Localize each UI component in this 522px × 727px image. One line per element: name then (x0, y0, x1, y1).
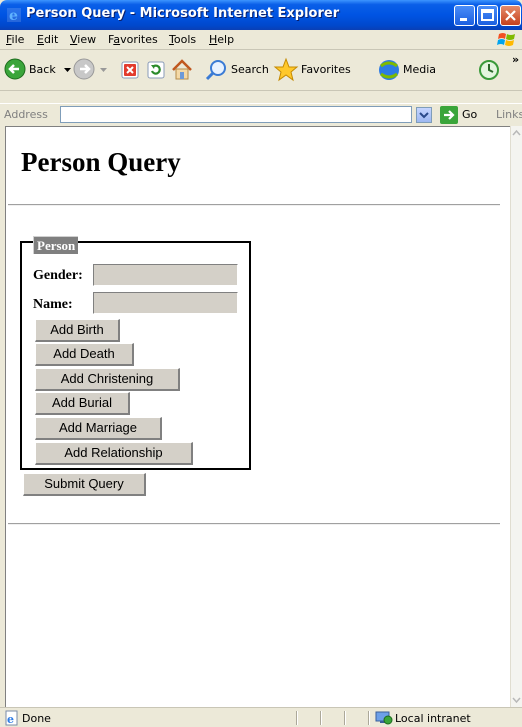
horizontal-rule (8, 204, 500, 206)
menu-favorites[interactable]: Favorites (108, 33, 158, 46)
add-burial-button[interactable]: Add Burial (35, 392, 130, 415)
window-title: Person Query - Microsoft Internet Explor… (26, 6, 340, 21)
add-marriage-button[interactable]: Add Marriage (35, 417, 162, 440)
local-intranet-icon (375, 711, 393, 725)
scroll-up-icon[interactable] (511, 126, 522, 140)
submit-query-button[interactable]: Submit Query (23, 473, 146, 496)
status-divider (344, 711, 346, 725)
menu-edit[interactable]: Edit (37, 33, 58, 46)
status-divider (320, 711, 322, 725)
add-christening-button[interactable]: Add Christening (35, 368, 180, 391)
favorites-star-icon (273, 57, 299, 82)
stop-button[interactable] (120, 60, 140, 80)
media-icon (379, 60, 399, 80)
add-death-button[interactable]: Add Death (35, 343, 134, 366)
menu-help[interactable]: Help (209, 33, 234, 46)
address-dropdown-button[interactable] (416, 107, 432, 123)
toolbar-overflow-chevron[interactable]: » (512, 53, 519, 66)
status-bar: e Done Local intranet (0, 707, 522, 727)
status-divider (296, 711, 298, 725)
person-legend: Person (33, 236, 79, 254)
vertical-scrollbar[interactable] (510, 126, 522, 707)
close-icon (505, 10, 516, 21)
scroll-down-icon[interactable] (511, 693, 522, 707)
add-birth-button[interactable]: Add Birth (35, 319, 120, 342)
home-button[interactable] (170, 58, 194, 82)
chevron-down-icon (419, 112, 429, 119)
status-text: Done (22, 712, 51, 725)
title-bar[interactable]: e Person Query - Microsoft Internet Expl… (0, 0, 522, 30)
search-icon (205, 60, 226, 81)
browser-window: e Person Query - Microsoft Internet Expl… (0, 0, 522, 727)
forward-button[interactable] (73, 58, 107, 82)
back-arrow-icon (4, 58, 26, 80)
menu-view[interactable]: View (70, 33, 96, 46)
name-label: Name: (33, 297, 73, 312)
minimize-icon (460, 18, 467, 21)
address-input[interactable] (60, 106, 412, 123)
svg-text:e: e (9, 8, 18, 23)
history-icon (479, 60, 499, 80)
svg-text:e: e (7, 713, 14, 726)
name-input[interactable] (93, 292, 238, 314)
close-button[interactable] (500, 5, 521, 26)
page-done-icon: e (5, 710, 18, 726)
add-relationship-button[interactable]: Add Relationship (35, 442, 193, 465)
page-title: Person Query (21, 147, 181, 177)
address-label: Address (4, 108, 48, 121)
home-icon (172, 59, 192, 80)
security-zone-label: Local intranet (395, 712, 471, 725)
address-bar: Address Go Links (0, 103, 522, 126)
gender-input[interactable] (93, 264, 238, 286)
refresh-icon (147, 61, 165, 79)
menu-tools[interactable]: Tools (169, 33, 196, 46)
history-button[interactable] (477, 58, 501, 82)
dropdown-arrow-icon (100, 68, 107, 72)
standard-toolbar: Back Search Favorites Media » (0, 50, 522, 91)
gender-label: Gender: (33, 268, 83, 283)
windows-logo-icon (497, 33, 515, 46)
forward-arrow-icon (73, 58, 95, 80)
minimize-button[interactable] (454, 5, 475, 26)
links-label[interactable]: Links (496, 108, 522, 121)
status-divider (368, 711, 370, 725)
menu-bar: File Edit View Favorites Tools Help (0, 30, 522, 50)
refresh-button[interactable] (146, 60, 166, 80)
page-content: Person Query Person Gender: Name: Add Bi… (5, 126, 510, 707)
menu-file[interactable]: File (6, 33, 24, 46)
go-arrow-icon (440, 106, 458, 124)
maximize-icon (481, 9, 494, 21)
ie-icon: e (7, 8, 21, 23)
maximize-button[interactable] (477, 5, 498, 26)
horizontal-rule (8, 523, 500, 525)
stop-icon (121, 61, 139, 79)
go-button[interactable]: Go (440, 106, 486, 125)
dropdown-arrow-icon (64, 68, 71, 72)
